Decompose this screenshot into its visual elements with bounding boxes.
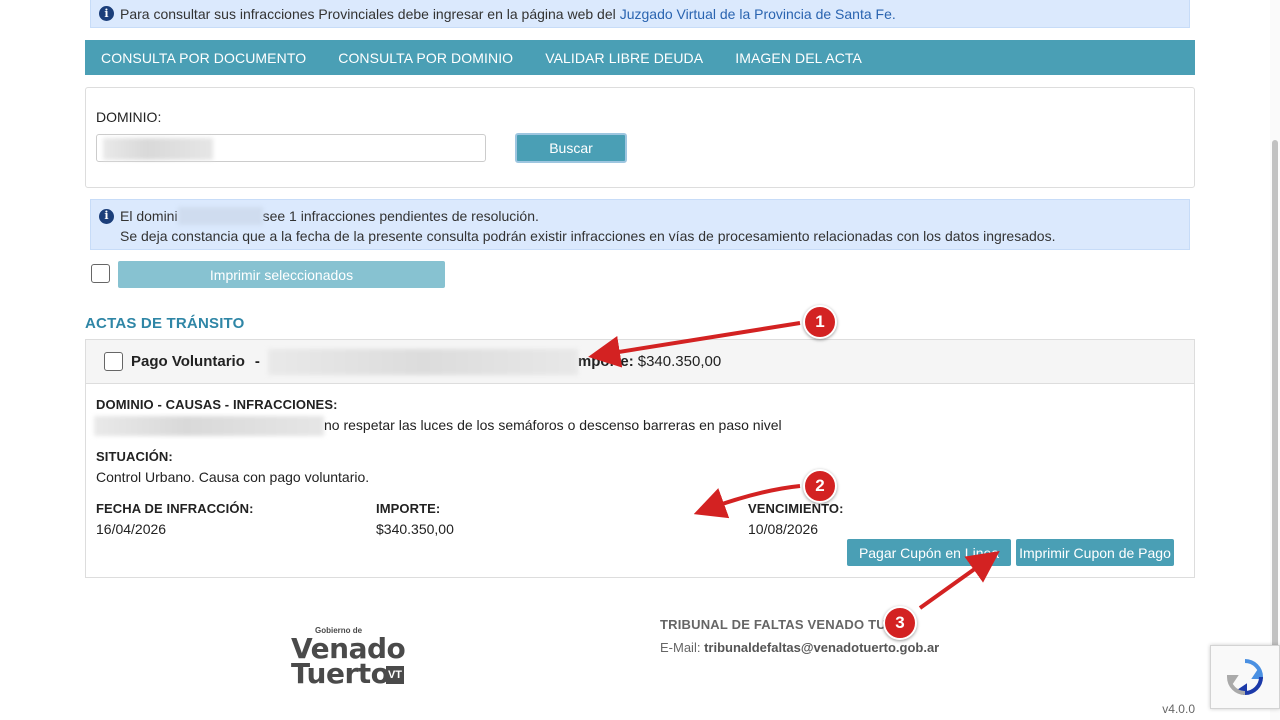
- annotation-badge-1: 1: [803, 305, 837, 339]
- footer-email-row: E-Mail: tribunaldefaltas@venadotuerto.go…: [660, 640, 939, 655]
- situacion-label: SITUACIÓN:: [96, 449, 173, 464]
- nav-consulta-dominio[interactable]: CONSULTA POR DOMINIO: [338, 50, 513, 66]
- acta-title: Pago Voluntario: [131, 353, 245, 370]
- result-line1-suffix: see 1 infracciones pendientes de resoluc…: [262, 208, 539, 224]
- acta-header-sep: -: [254, 353, 260, 370]
- acta-header: Pago Voluntario - mporte: $340.350,00: [86, 340, 1194, 384]
- nav-consulta-documento[interactable]: CONSULTA POR DOCUMENTO: [101, 50, 306, 66]
- info-icon: i: [99, 208, 114, 224]
- select-all-checkbox[interactable]: [91, 264, 110, 283]
- importe-label: IMPORTE:: [376, 501, 441, 516]
- imprimir-cupon-button[interactable]: Imprimir Cupon de Pago: [1016, 539, 1174, 566]
- venado-tuerto-logo: Gobierno de Venado Tuerto VT: [291, 626, 421, 690]
- search-panel: DOMINIO: Buscar: [85, 87, 1195, 188]
- annotation-badge-3: 3: [883, 606, 917, 640]
- recaptcha-badge[interactable]: [1210, 645, 1280, 709]
- fecha-label: FECHA DE INFRACCIÓN:: [96, 501, 254, 516]
- fecha-value: 16/04/2026: [96, 521, 167, 537]
- banner-text: Para consultar sus infracciones Provinci…: [120, 5, 616, 22]
- recaptcha-icon: [1226, 659, 1264, 696]
- email-label: E-Mail:: [660, 640, 701, 655]
- dominio-label: DOMINIO:: [96, 109, 162, 125]
- acta-card: Pago Voluntario - mporte: $340.350,00 DO…: [85, 339, 1195, 578]
- juzgado-virtual-link[interactable]: Juzgado Virtual de la Provincia de Santa…: [620, 6, 896, 22]
- result-line2: Se deja constancia que a la fecha de la …: [120, 228, 1056, 244]
- acta-importe-value: $340.350,00: [637, 353, 722, 370]
- acta-checkbox[interactable]: [104, 352, 123, 371]
- dominio-causas-label: DOMINIO - CAUSAS - INFRACCIONES:: [96, 397, 338, 412]
- dominio-input[interactable]: [96, 134, 486, 162]
- annotation-badge-2: 2: [803, 469, 837, 503]
- main-navbar: CONSULTA POR DOCUMENTO CONSULTA POR DOMI…: [85, 40, 1195, 75]
- scrollbar[interactable]: [1270, 0, 1280, 720]
- importe-value: $340.350,00: [376, 521, 454, 537]
- dominio-causas-value: no respetar las luces de los semáforos o…: [324, 417, 782, 433]
- redacted-value: [103, 138, 213, 160]
- result-info-banner: i El domini see 1 infracciones pendiente…: [90, 199, 1190, 250]
- result-line1-prefix: El domini: [120, 208, 178, 224]
- scrollbar-thumb[interactable]: [1272, 140, 1278, 650]
- provincial-info-banner: i Para consultar sus infracciones Provin…: [90, 0, 1190, 28]
- print-selected-button[interactable]: Imprimir seleccionados: [118, 261, 445, 288]
- nav-validar-libre-deuda[interactable]: VALIDAR LIBRE DEUDA: [545, 50, 703, 66]
- situacion-value: Control Urbano. Causa con pago voluntari…: [96, 469, 370, 485]
- vencimiento-value: 10/08/2026: [748, 521, 819, 537]
- redacted-dominio: [177, 207, 263, 225]
- logo-mark: VT: [386, 666, 404, 684]
- redacted-acta-number: [267, 348, 578, 375]
- logo-line2: Tuerto: [291, 657, 390, 690]
- buscar-button[interactable]: Buscar: [515, 133, 627, 163]
- acta-importe-label: mporte:: [577, 353, 634, 370]
- email-link[interactable]: tribunaldefaltas@venadotuerto.gob.ar: [704, 640, 939, 655]
- redacted-dominio-causas: [94, 416, 324, 436]
- vencimiento-label: VENCIMIENTO:: [748, 501, 844, 516]
- info-icon: i: [99, 6, 114, 21]
- nav-imagen-acta[interactable]: IMAGEN DEL ACTA: [735, 50, 862, 66]
- version-label: v4.0.0: [1162, 702, 1195, 716]
- section-title: ACTAS DE TRÁNSITO: [85, 315, 245, 332]
- pagar-cupon-button[interactable]: Pagar Cupón en Linea: [847, 539, 1011, 566]
